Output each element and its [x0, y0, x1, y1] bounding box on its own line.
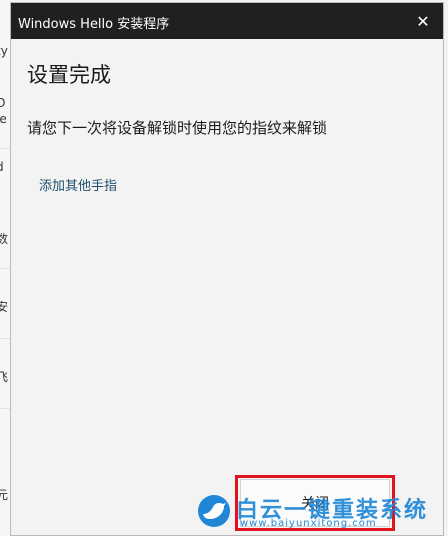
title-bar: Windows Hello 安装程序 ✕: [11, 3, 443, 39]
background-divider: [0, 338, 10, 339]
background-text: ie: [0, 112, 7, 126]
background-divider: [0, 268, 10, 269]
background-text: d: [0, 160, 10, 178]
bird-logo-icon: [198, 495, 230, 527]
background-text: 元: [0, 488, 9, 502]
description-text: 请您下一次将设备解锁时使用您的指纹来解锁: [27, 119, 328, 137]
windows-hello-setup-dialog: Windows Hello 安装程序 ✕ 设置完成 请您下一次将设备解锁时使用您…: [10, 2, 444, 536]
close-icon[interactable]: ✕: [413, 11, 433, 31]
background-text: 安: [0, 300, 9, 314]
background-text: 数: [0, 232, 9, 246]
watermark-url: www.baiyunxitong.com: [240, 518, 377, 529]
background-divider: [0, 148, 10, 149]
background-divider: [0, 408, 10, 409]
background-text: 飞: [0, 370, 9, 384]
background-text: ty: [0, 44, 8, 58]
window-title: Windows Hello 安装程序: [18, 17, 170, 32]
page-heading: 设置完成: [27, 63, 111, 87]
add-another-finger-link[interactable]: 添加其他手指: [39, 175, 117, 194]
background-window: ty O ie d 数 安 飞 元: [0, 0, 10, 536]
